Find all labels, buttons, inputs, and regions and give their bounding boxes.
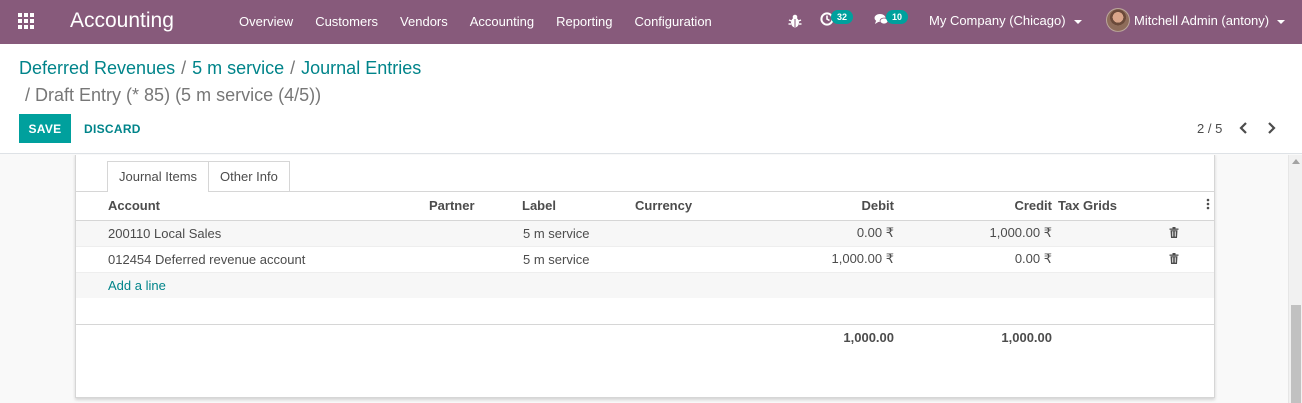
breadcrumb-current-label: Draft Entry (* 85) (5 m service (4/5)) — [35, 85, 322, 105]
activity-count-badge: 32 — [831, 10, 854, 24]
cell-account[interactable]: 200110 Local Sales — [108, 220, 429, 247]
caret-down-icon — [1277, 19, 1286, 24]
cell-delete[interactable] — [1166, 220, 1214, 247]
cell-tax-grids[interactable] — [1052, 246, 1166, 273]
column-header-tax-grids[interactable]: Tax Grids — [1052, 192, 1166, 221]
breadcrumb-deferred-revenues[interactable]: Deferred Revenues — [19, 58, 175, 78]
totals-spacer — [429, 324, 522, 350]
totals-spacer — [108, 324, 429, 350]
column-header-debit[interactable]: Debit — [770, 192, 894, 221]
chevron-right-icon[interactable] — [1263, 120, 1279, 136]
top-navbar: Accounting Overview Customers Vendors Ac… — [0, 0, 1302, 44]
cell-debit[interactable]: 1,000.00 ₹ — [770, 246, 894, 273]
totals-spacer — [635, 324, 770, 350]
empty-row — [76, 298, 1214, 325]
company-name: My Company (Chicago) — [929, 13, 1066, 28]
column-header-label[interactable]: Label — [522, 192, 635, 221]
column-header-partner[interactable]: Partner — [429, 192, 522, 221]
breadcrumb-separator: / — [25, 85, 31, 105]
cell-label[interactable]: 5 m service — [522, 246, 635, 273]
cell-partner[interactable] — [429, 246, 522, 273]
totals-row: 1,000.00 1,000.00 — [76, 324, 1214, 350]
breadcrumb-separator: / — [290, 58, 296, 78]
total-credit: 1,000.00 — [894, 324, 1052, 350]
menu-customers[interactable]: Customers — [304, 13, 389, 30]
chevron-left-icon[interactable] — [1236, 120, 1252, 136]
scrollbar-thumb[interactable] — [1291, 305, 1301, 403]
row-spacer — [76, 220, 108, 247]
header-spacer — [76, 192, 108, 221]
apps-grid-icon[interactable] — [18, 13, 36, 31]
scroll-up-arrow-icon[interactable] — [1292, 159, 1300, 164]
discard-button[interactable]: DISCARD — [77, 114, 148, 143]
row-spacer — [76, 272, 108, 298]
save-button[interactable]: SAVE — [19, 114, 71, 143]
cell-credit[interactable]: 0.00 ₹ — [894, 246, 1052, 273]
cell-account[interactable]: 012454 Deferred revenue account — [108, 246, 429, 273]
optional-columns-toggle[interactable] — [1166, 192, 1214, 221]
notebook-tabs: Journal Items Other Info — [107, 161, 290, 192]
breadcrumb-journal-entries[interactable]: Journal Entries — [301, 58, 421, 78]
cell-tax-grids[interactable] — [1052, 220, 1166, 247]
column-header-account[interactable]: Account — [108, 192, 429, 221]
menu-vendors[interactable]: Vendors — [389, 13, 459, 30]
totals-spacer — [1166, 324, 1214, 350]
cell-credit[interactable]: 1,000.00 ₹ — [894, 220, 1052, 247]
breadcrumb-separator: / — [181, 58, 187, 78]
pager-value[interactable]: 2 / 5 — [1197, 121, 1222, 136]
vertical-scrollbar[interactable] — [1288, 155, 1302, 403]
app-title[interactable]: Accounting — [70, 8, 174, 34]
cell-partner[interactable] — [429, 220, 522, 247]
totals-spacer — [1052, 324, 1166, 350]
breadcrumb-current: / Draft Entry (* 85) (5 m service (4/5)) — [25, 84, 321, 106]
totals-spacer — [522, 324, 635, 350]
add-line-cell: Add a line — [108, 272, 1214, 298]
cell-label[interactable]: 5 m service — [522, 220, 635, 247]
trash-icon[interactable] — [1169, 252, 1179, 264]
form-sheet: Journal Items Other Info Account Partner — [75, 155, 1215, 398]
cell-currency[interactable] — [635, 246, 770, 273]
menu-overview[interactable]: Overview — [228, 13, 304, 30]
empty-cell — [76, 298, 1214, 325]
table-row[interactable]: 012454 Deferred revenue account 5 m serv… — [76, 246, 1214, 273]
user-avatar[interactable] — [1106, 8, 1130, 32]
journal-items-table: Account Partner Label Currency Debit Cre… — [76, 192, 1214, 350]
total-debit: 1,000.00 — [770, 324, 894, 350]
tab-other-info[interactable]: Other Info — [209, 161, 290, 192]
company-switcher[interactable]: My Company (Chicago) — [929, 13, 1082, 28]
add-line-row: Add a line — [76, 272, 1214, 298]
column-header-currency[interactable]: Currency — [635, 192, 770, 221]
user-menu[interactable]: Mitchell Admin (antony) — [1134, 13, 1286, 28]
message-count-badge: 10 — [886, 10, 909, 24]
form-content: Journal Items Other Info Account Partner — [0, 155, 1288, 403]
control-panel: Deferred Revenues/5 m service / Journal En… — [0, 44, 1302, 154]
breadcrumb: Deferred Revenues/5 m service / Journal En… — [19, 57, 421, 79]
row-spacer — [76, 324, 108, 350]
cell-currency[interactable] — [635, 220, 770, 247]
caret-down-icon — [1073, 19, 1082, 24]
kebab-menu-icon[interactable] — [1206, 198, 1210, 210]
bug-icon[interactable] — [788, 13, 802, 29]
table-row[interactable]: 200110 Local Sales 5 m service 0.00 ₹ 1,… — [76, 220, 1214, 247]
menu-configuration[interactable]: Configuration — [623, 13, 722, 30]
row-spacer — [76, 246, 108, 273]
add-line-link[interactable]: Add a line — [108, 278, 166, 293]
trash-icon[interactable] — [1169, 226, 1179, 238]
user-name: Mitchell Admin (antony) — [1134, 13, 1270, 28]
column-header-credit[interactable]: Credit — [894, 192, 1052, 221]
tab-journal-items[interactable]: Journal Items — [107, 161, 210, 192]
menu-accounting[interactable]: Accounting — [459, 13, 545, 30]
cell-delete[interactable] — [1166, 246, 1214, 273]
main-menu: Overview Customers Vendors Accounting Re… — [228, 13, 723, 30]
table-header-row: Account Partner Label Currency Debit Cre… — [76, 192, 1214, 221]
menu-reporting[interactable]: Reporting — [545, 13, 623, 30]
breadcrumb-service[interactable]: 5 m service — [192, 58, 284, 78]
cell-debit[interactable]: 0.00 ₹ — [770, 220, 894, 247]
